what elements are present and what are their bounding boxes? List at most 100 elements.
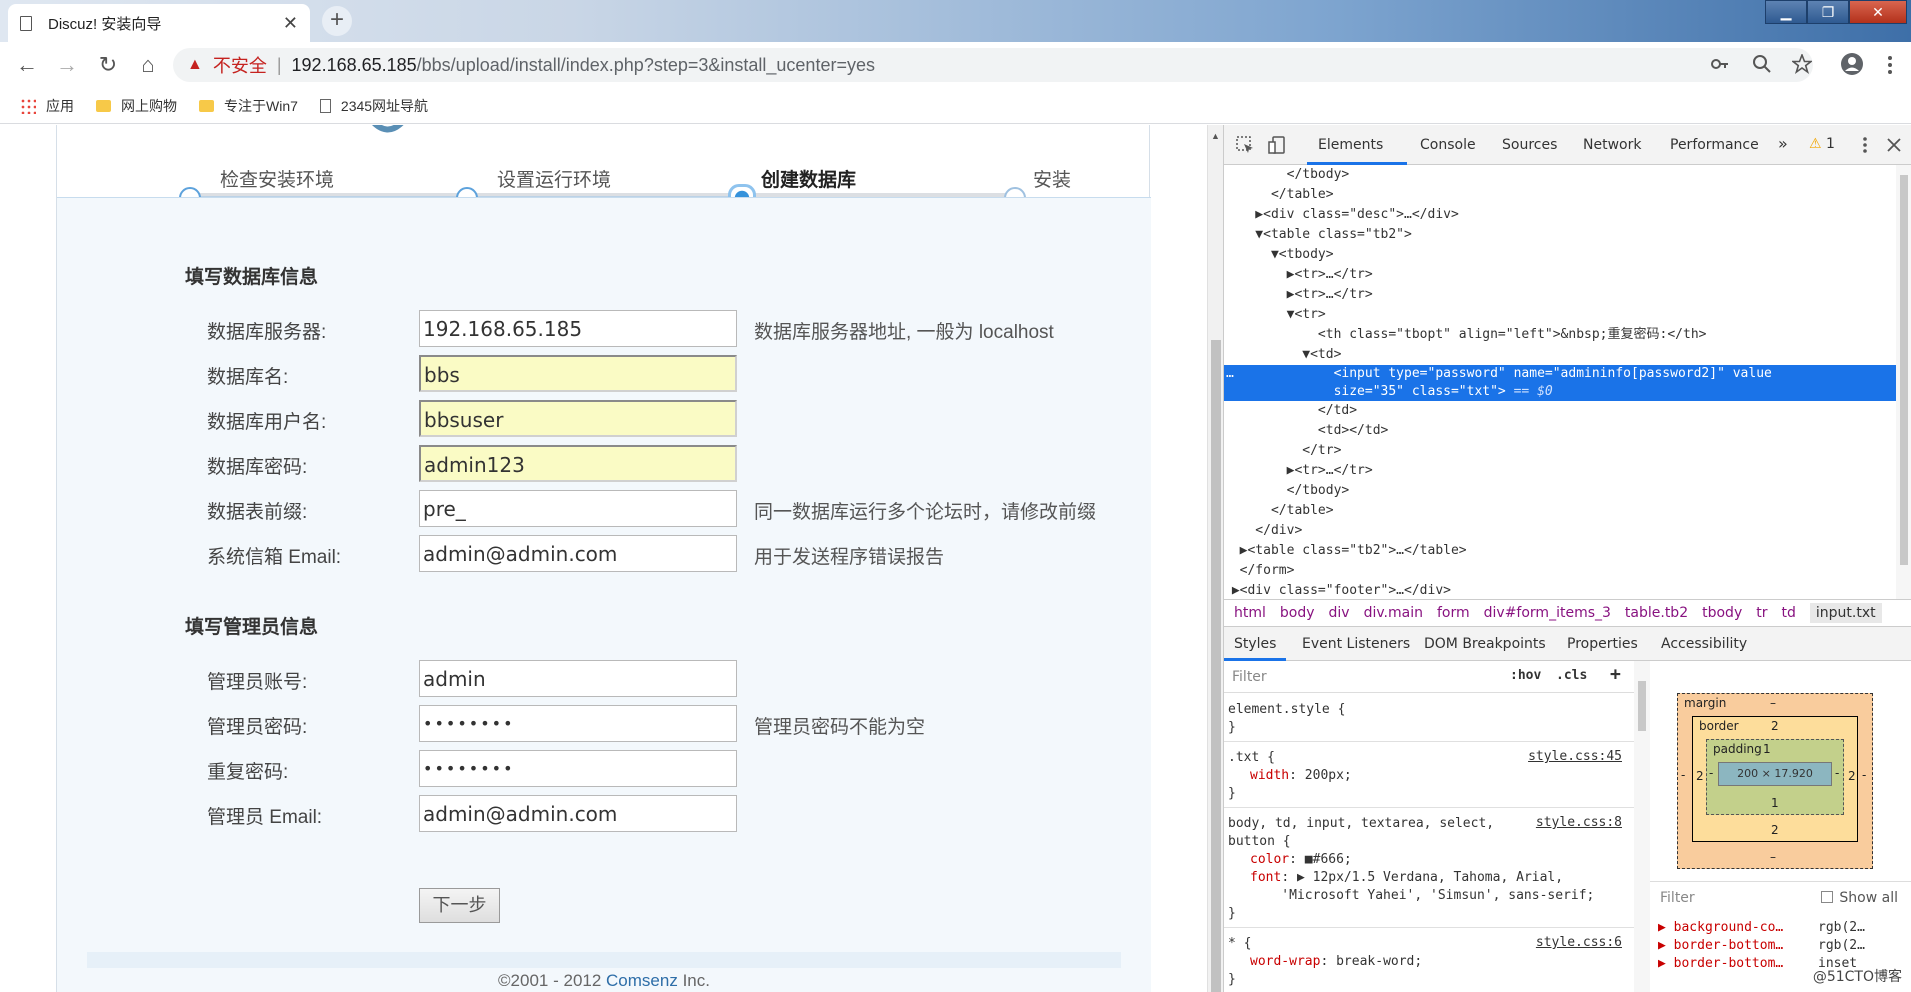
dom-node[interactable]: <th class="tbopt" align="left">&nbsp;重复密… [1224, 325, 1896, 345]
security-label[interactable]: 不安全 [213, 52, 267, 78]
rule-selector[interactable]: .txt { [1228, 749, 1275, 767]
crumb-td[interactable]: td [1781, 605, 1795, 621]
crumb-tbody[interactable]: tbody [1702, 605, 1742, 621]
dom-node[interactable]: </tbody> [1224, 165, 1896, 185]
computed-property[interactable]: ▶ border-bottom… rgb(2… [1658, 938, 1865, 953]
dom-node[interactable]: ▶<div class="footer">…</div> [1224, 581, 1896, 599]
dom-node[interactable]: </tr> [1224, 441, 1896, 461]
db-user-input[interactable]: bbsuser [419, 400, 737, 437]
more-tabs-button[interactable]: » [1778, 134, 1788, 153]
zoom-icon[interactable] [1752, 54, 1772, 74]
table-prefix-input[interactable]: pre_ [419, 490, 737, 527]
page-scrollbar[interactable]: ▲ [1207, 125, 1223, 992]
back-button[interactable]: ← [12, 50, 42, 80]
star-icon[interactable] [1792, 54, 1812, 74]
address-bar[interactable]: ▲ 不安全 | 192.168.65.185 /bbs/upload/insta… [173, 48, 1813, 82]
rule-selector[interactable]: * { [1228, 935, 1251, 953]
repeat-password-input[interactable]: •••••••• [419, 750, 737, 787]
db-password-input[interactable]: admin123 [419, 445, 737, 482]
style-property[interactable]: font: ▶ 12px/1.5 Verdana, Tahoma, Arial,… [1250, 869, 1594, 905]
dom-node[interactable]: ▶<tr>…</tr> [1224, 285, 1896, 305]
crumb-tr[interactable]: tr [1756, 605, 1767, 621]
reload-button[interactable]: ↻ [93, 50, 123, 80]
crumb-html[interactable]: html [1234, 605, 1266, 621]
rule-source-link[interactable]: style.css:8 [1536, 815, 1622, 830]
dom-node[interactable]: ▶<tr>…</tr> [1224, 461, 1896, 481]
tab-sources[interactable]: Sources [1502, 137, 1557, 153]
dom-node[interactable]: <td></td> [1224, 421, 1896, 441]
crumb-body[interactable]: body [1280, 605, 1315, 621]
close-devtools-icon[interactable] [1887, 138, 1901, 152]
dom-scrollbar[interactable] [1896, 165, 1911, 599]
tab-accessibility[interactable]: Accessibility [1661, 636, 1747, 652]
cls-toggle[interactable]: .cls [1556, 668, 1587, 683]
minimize-button[interactable]: ▁ [1765, 0, 1807, 24]
dom-node[interactable]: ▶<div class="desc">…</div> [1224, 205, 1896, 225]
close-window-button[interactable]: ✕ [1849, 0, 1907, 24]
scrollbar-thumb[interactable] [1211, 340, 1221, 992]
styles-filter-input[interactable]: Filter [1228, 666, 1498, 688]
close-tab-icon[interactable]: ✕ [283, 13, 298, 34]
bookmark-apps[interactable]: 应用 [20, 96, 74, 116]
db-name-input[interactable]: bbs [419, 355, 737, 392]
dom-node[interactable]: </table> [1224, 185, 1896, 205]
crumb-div[interactable]: div [1329, 605, 1350, 621]
box-padding[interactable]: padding 1 - - 1 200 × 17.920 [1706, 739, 1844, 815]
system-email-input[interactable]: admin@admin.com [419, 535, 737, 572]
rule-selector[interactable]: element.style { [1228, 701, 1345, 719]
rule-source-link[interactable]: style.css:45 [1528, 749, 1622, 764]
crumb-table[interactable]: table.tb2 [1625, 605, 1688, 621]
computed-property[interactable]: ▶ background-co… rgb(2… [1658, 920, 1865, 935]
tab-elements[interactable]: Elements [1318, 137, 1383, 153]
bookmark-shopping[interactable]: 网上购物 [96, 96, 177, 116]
crumb-div-main[interactable]: div.main [1364, 605, 1423, 621]
box-margin[interactable]: margin – - - – border 2 2 2 2 padding 1 … [1677, 693, 1873, 869]
show-all-toggle[interactable]: Show all [1821, 890, 1898, 906]
profile-icon[interactable] [1840, 52, 1864, 76]
dom-node[interactable]: </form> [1224, 561, 1896, 581]
checkbox-icon[interactable] [1821, 891, 1834, 903]
scrollbar-thumb[interactable] [1900, 175, 1908, 565]
dom-tree[interactable]: </tbody> </table> ▶<div class="desc">…</… [1224, 165, 1896, 599]
kebab-menu-icon[interactable] [1862, 136, 1868, 154]
computed-filter-input[interactable]: Filter [1660, 890, 1695, 906]
dom-node[interactable]: ▼<tbody> [1224, 245, 1896, 265]
tab-styles[interactable]: Styles [1234, 636, 1276, 652]
crumb-form[interactable]: form [1437, 605, 1470, 621]
style-property[interactable]: color: ■#666; [1250, 851, 1352, 869]
scroll-up-icon[interactable]: ▲ [1211, 131, 1220, 141]
box-border[interactable]: border 2 2 2 2 padding 1 - - 1 200 × 17.… [1692, 716, 1858, 842]
new-tab-button[interactable]: + [322, 6, 352, 36]
styles-scrollbar[interactable] [1634, 661, 1650, 992]
bookmark-2345[interactable]: 2345网址导航 [319, 96, 428, 116]
dom-node[interactable]: ▶<table class="tb2">…</table> [1224, 541, 1896, 561]
style-property[interactable]: width: 200px; [1250, 767, 1352, 785]
scrollbar-thumb[interactable] [1638, 681, 1646, 731]
home-button[interactable]: ⌂ [133, 50, 163, 80]
dom-node[interactable]: ▶<tr>…</tr> [1224, 265, 1896, 285]
dom-node[interactable]: </td> [1224, 401, 1896, 421]
rule-selector[interactable]: body, td, input, textarea, select, butto… [1228, 815, 1494, 851]
device-toggle-icon[interactable] [1268, 136, 1286, 154]
next-step-button[interactable]: 下一步 [419, 888, 500, 923]
tab-event-listeners[interactable]: Event Listeners [1302, 636, 1410, 652]
admin-username-input[interactable]: admin [419, 660, 737, 697]
menu-icon[interactable] [1886, 54, 1894, 76]
tab-dom-breakpoints[interactable]: DOM Breakpoints [1424, 636, 1546, 652]
dom-node[interactable]: </table> [1224, 501, 1896, 521]
computed-property[interactable]: ▶ border-bottom… inset [1658, 956, 1857, 971]
copyright-brand-link[interactable]: Comsenz [606, 971, 678, 990]
warning-icon[interactable]: ▲ [187, 56, 203, 74]
style-property[interactable]: word-wrap: break-word; [1250, 953, 1422, 971]
forward-button[interactable]: → [52, 50, 82, 80]
admin-password-input[interactable]: •••••••• [419, 705, 737, 742]
hov-toggle[interactable]: :hov [1510, 668, 1541, 683]
tab-console[interactable]: Console [1420, 137, 1476, 153]
admin-email-input[interactable]: admin@admin.com [419, 795, 737, 832]
dom-node-selected[interactable]: … <input type="password" name="admininfo… [1224, 365, 1896, 401]
inspect-icon[interactable] [1236, 136, 1254, 154]
dom-node[interactable]: ▼<td> [1224, 345, 1896, 365]
browser-tab[interactable]: Discuz! 安装向导 ✕ [8, 4, 310, 42]
tab-network[interactable]: Network [1583, 137, 1641, 153]
crumb-form-items[interactable]: div#form_items_3 [1484, 605, 1611, 621]
